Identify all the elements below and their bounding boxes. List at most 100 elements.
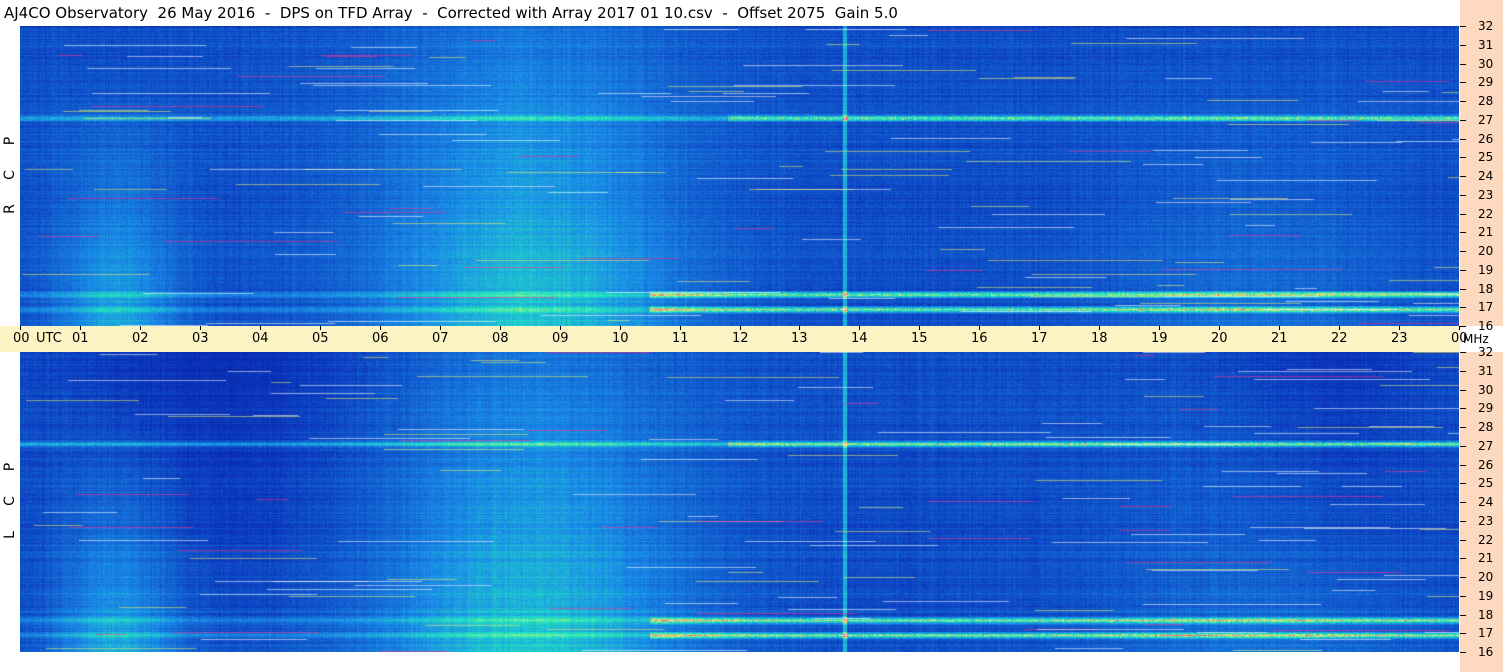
time-tick-mark bbox=[80, 326, 81, 330]
frequency-tick-label: 29 bbox=[1478, 401, 1494, 415]
time-tick-mark bbox=[1099, 326, 1100, 330]
frequency-tick-label: 32 bbox=[1478, 19, 1494, 33]
time-tick-mark bbox=[260, 326, 261, 330]
time-tick-label: 18 bbox=[1091, 331, 1108, 346]
lcp-letter-l: L bbox=[2, 531, 18, 539]
time-tick-mark bbox=[1039, 326, 1040, 330]
frequency-tick-label: 23 bbox=[1478, 188, 1494, 202]
utc-time-axis: 00 01 02 03 04 05 06 07 08 09 10 11 12 13 14 15 16 17 18 19… bbox=[0, 326, 1468, 352]
frequency-tick-mark bbox=[1460, 465, 1466, 466]
frequency-tick-label: 16 bbox=[1478, 319, 1494, 333]
time-tick-mark bbox=[1339, 326, 1340, 330]
frequency-tick-label: 17 bbox=[1478, 626, 1494, 640]
frequency-tick-mark bbox=[1460, 596, 1466, 597]
time-tick-mark bbox=[320, 326, 321, 330]
time-tick-mark bbox=[799, 326, 800, 330]
lcp-letter-c: C bbox=[2, 496, 18, 506]
time-tick-mark bbox=[620, 326, 621, 330]
frequency-tick-mark bbox=[1460, 195, 1466, 196]
time-tick-label: 21 bbox=[1271, 331, 1288, 346]
time-tick-mark bbox=[859, 326, 860, 330]
time-tick-mark bbox=[440, 326, 441, 330]
frequency-tick-mark bbox=[1460, 577, 1466, 578]
frequency-tick-label: 24 bbox=[1478, 169, 1494, 183]
frequency-tick-mark bbox=[1460, 558, 1466, 559]
frequency-tick-mark bbox=[1460, 326, 1466, 327]
lcp-label: P C L bbox=[0, 352, 20, 652]
frequency-tick-mark bbox=[1460, 307, 1466, 308]
time-tick-label: 12 bbox=[732, 331, 749, 346]
time-tick-label: 19 bbox=[1151, 331, 1168, 346]
spectrogram-lcp-canvas bbox=[20, 352, 1459, 652]
frequency-tick-mark bbox=[1460, 446, 1466, 447]
frequency-tick-mark bbox=[1460, 214, 1466, 215]
frequency-tick-mark bbox=[1460, 540, 1466, 541]
time-tick-mark bbox=[560, 326, 561, 330]
time-tick-mark bbox=[1219, 326, 1220, 330]
time-tick-label: 10 bbox=[612, 331, 629, 346]
frequency-tick-label: 26 bbox=[1478, 132, 1494, 146]
frequency-tick-mark bbox=[1460, 232, 1466, 233]
time-tick-label: 08 bbox=[492, 331, 509, 346]
time-tick-mark bbox=[500, 326, 501, 330]
time-tick-mark bbox=[20, 326, 21, 330]
time-tick-label: 16 bbox=[971, 331, 988, 346]
frequency-tick-label: 28 bbox=[1478, 94, 1494, 108]
frequency-tick-mark bbox=[1460, 633, 1466, 634]
spectrogram-rcp bbox=[20, 26, 1459, 326]
time-tick-label: 05 bbox=[312, 331, 329, 346]
time-tick-label: 23 bbox=[1391, 331, 1408, 346]
frequency-tick-label: 20 bbox=[1478, 244, 1494, 258]
frequency-tick-label: 23 bbox=[1478, 514, 1494, 528]
frequency-tick-label: 22 bbox=[1478, 533, 1494, 547]
frequency-tick-mark bbox=[1460, 427, 1466, 428]
frequency-axis-lcp: 32 31 30 29 28 27 26 25 24 23 22 21 20 19 18 17 16 bbox=[1460, 346, 1503, 672]
rcp-letter-p: P bbox=[2, 136, 18, 146]
frequency-tick-label: 31 bbox=[1478, 38, 1494, 52]
lcp-letter-p: P bbox=[2, 462, 18, 472]
time-tick-mark bbox=[1279, 326, 1280, 330]
frequency-axis-rcp: 32 31 30 29 28 27 26 25 24 23 22 21 20 19 18 17 16 bbox=[1460, 0, 1503, 332]
frequency-tick-mark bbox=[1460, 615, 1466, 616]
spectrogram-lcp bbox=[20, 352, 1459, 652]
frequency-tick-label: 18 bbox=[1478, 282, 1494, 296]
frequency-tick-label: 30 bbox=[1478, 383, 1494, 397]
frequency-tick-mark bbox=[1460, 251, 1466, 252]
frequency-tick-mark bbox=[1460, 390, 1466, 391]
frequency-tick-label: 28 bbox=[1478, 420, 1494, 434]
rcp-label: P C R bbox=[0, 26, 20, 326]
frequency-tick-mark bbox=[1460, 45, 1466, 46]
chart-title: AJ4CO Observatory 26 May 2016 - DPS on T… bbox=[4, 4, 898, 22]
frequency-tick-label: 25 bbox=[1478, 150, 1494, 164]
frequency-tick-mark bbox=[1460, 26, 1466, 27]
time-tick-label: 20 bbox=[1211, 331, 1228, 346]
frequency-tick-mark bbox=[1460, 139, 1466, 140]
frequency-tick-label: 30 bbox=[1478, 57, 1494, 71]
frequency-tick-mark bbox=[1460, 82, 1466, 83]
frequency-tick-mark bbox=[1460, 521, 1466, 522]
time-tick-mark bbox=[380, 326, 381, 330]
time-tick-label: 06 bbox=[372, 331, 389, 346]
time-tick-label: 03 bbox=[192, 331, 209, 346]
rcp-letter-c: C bbox=[2, 170, 18, 180]
time-tick-label: 17 bbox=[1031, 331, 1048, 346]
time-tick-mark bbox=[680, 326, 681, 330]
frequency-tick-label: 21 bbox=[1478, 551, 1494, 565]
time-tick-label: 09 bbox=[552, 331, 569, 346]
frequency-tick-label: 31 bbox=[1478, 364, 1494, 378]
time-tick-mark bbox=[919, 326, 920, 330]
frequency-tick-mark bbox=[1460, 289, 1466, 290]
time-tick-label: 01 bbox=[72, 331, 89, 346]
frequency-unit-label: MHz bbox=[1463, 332, 1489, 346]
time-tick-mark bbox=[740, 326, 741, 330]
frequency-tick-mark bbox=[1460, 408, 1466, 409]
frequency-tick-mark bbox=[1460, 483, 1466, 484]
utc-axis-label: UTC bbox=[36, 331, 62, 346]
time-tick-label: 02 bbox=[132, 331, 149, 346]
frequency-tick-label: 24 bbox=[1478, 495, 1494, 509]
time-tick-label: 14 bbox=[851, 331, 868, 346]
spectrogram-rcp-canvas bbox=[20, 26, 1459, 326]
time-tick-mark bbox=[1399, 326, 1400, 330]
frequency-tick-label: 26 bbox=[1478, 458, 1494, 472]
frequency-tick-mark bbox=[1460, 64, 1466, 65]
